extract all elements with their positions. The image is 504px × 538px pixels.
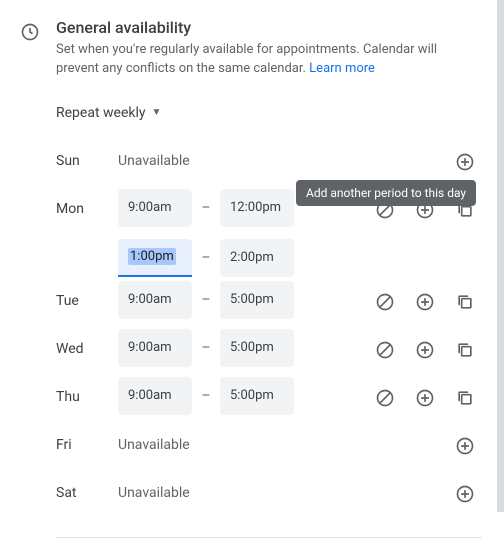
add-icon <box>415 292 435 312</box>
copy-icon <box>455 340 475 360</box>
copy-day-button[interactable] <box>448 333 482 367</box>
unavailable-text: Unavailable <box>118 423 438 453</box>
end-time-input[interactable]: 5:00pm <box>220 281 294 319</box>
day-actions <box>438 423 482 463</box>
time-dash: – <box>192 292 220 308</box>
day-actions <box>358 279 482 319</box>
time-dash: – <box>192 250 220 266</box>
day-actions <box>358 375 482 415</box>
end-time-input[interactable]: 12:00pm <box>220 189 294 227</box>
subtitle-text: Set when you're regularly available for … <box>56 42 437 76</box>
mark-unavailable-button[interactable] <box>368 381 402 415</box>
start-time-input[interactable]: 1:00pm <box>118 239 192 277</box>
day-label: Wed <box>56 327 118 357</box>
mark-unavailable-button[interactable] <box>368 285 402 319</box>
day-actions <box>438 139 482 179</box>
end-time-input[interactable]: 2:00pm <box>220 239 294 277</box>
clock-icon <box>20 22 40 42</box>
time-period: 9:00am–5:00pm <box>118 327 358 369</box>
unavailable-icon <box>375 292 395 312</box>
section-title: General availability <box>56 0 482 37</box>
start-time-input[interactable]: 9:00am <box>118 329 192 367</box>
day-row: Thu9:00am–5:00pm <box>56 375 482 423</box>
unavailable-text: Unavailable <box>118 471 438 501</box>
chevron-down-icon: ▼ <box>152 107 162 118</box>
day-row: SatUnavailable <box>56 471 482 519</box>
mark-unavailable-button[interactable] <box>368 333 402 367</box>
copy-icon <box>455 292 475 312</box>
unavailable-icon <box>375 388 395 408</box>
day-label: Mon <box>56 187 118 217</box>
section-subtitle: Set when you're regularly available for … <box>56 41 482 79</box>
start-time-input[interactable]: 9:00am <box>118 189 192 227</box>
copy-icon <box>455 388 475 408</box>
add-period-button[interactable] <box>408 333 442 367</box>
time-dash: – <box>192 200 220 216</box>
add-icon <box>455 436 475 456</box>
day-label: Fri <box>56 423 118 453</box>
learn-more-link[interactable]: Learn more <box>309 61 375 76</box>
start-time-input[interactable]: 9:00am <box>118 377 192 415</box>
add-icon <box>415 340 435 360</box>
day-label: Sun <box>56 139 118 169</box>
add-icon <box>415 388 435 408</box>
add-period-button[interactable] <box>448 145 482 179</box>
add-period-button[interactable] <box>448 429 482 463</box>
unavailable-text: Unavailable <box>118 139 438 169</box>
copy-day-button[interactable] <box>448 285 482 319</box>
add-period-button[interactable] <box>448 477 482 511</box>
day-row: Tue9:00am–5:00pm <box>56 279 482 327</box>
time-period: 1:00pm–2:00pm <box>118 237 358 279</box>
day-row: FriUnavailable <box>56 423 482 471</box>
start-time-input[interactable]: 9:00am <box>118 281 192 319</box>
repeat-dropdown[interactable]: Repeat weekly ▼ <box>56 105 482 121</box>
time-period: 9:00am–5:00pm <box>118 375 358 417</box>
day-row: Wed9:00am–5:00pm <box>56 327 482 375</box>
day-actions <box>438 471 482 511</box>
unavailable-icon <box>375 340 395 360</box>
copy-day-button[interactable] <box>448 381 482 415</box>
add-icon <box>455 484 475 504</box>
add-period-button[interactable] <box>408 381 442 415</box>
end-time-input[interactable]: 5:00pm <box>220 377 294 415</box>
tooltip-add-period: Add another period to this day <box>296 180 476 206</box>
day-label: Tue <box>56 279 118 309</box>
end-time-input[interactable]: 5:00pm <box>220 329 294 367</box>
day-label: Thu <box>56 375 118 405</box>
time-period: 9:00am–5:00pm <box>118 279 358 321</box>
add-period-button[interactable] <box>408 285 442 319</box>
time-dash: – <box>192 388 220 404</box>
time-dash: – <box>192 340 220 356</box>
add-icon <box>455 152 475 172</box>
scrollbar[interactable] <box>497 0 504 512</box>
repeat-label: Repeat weekly <box>56 105 146 121</box>
day-label: Sat <box>56 471 118 501</box>
day-actions <box>358 327 482 367</box>
